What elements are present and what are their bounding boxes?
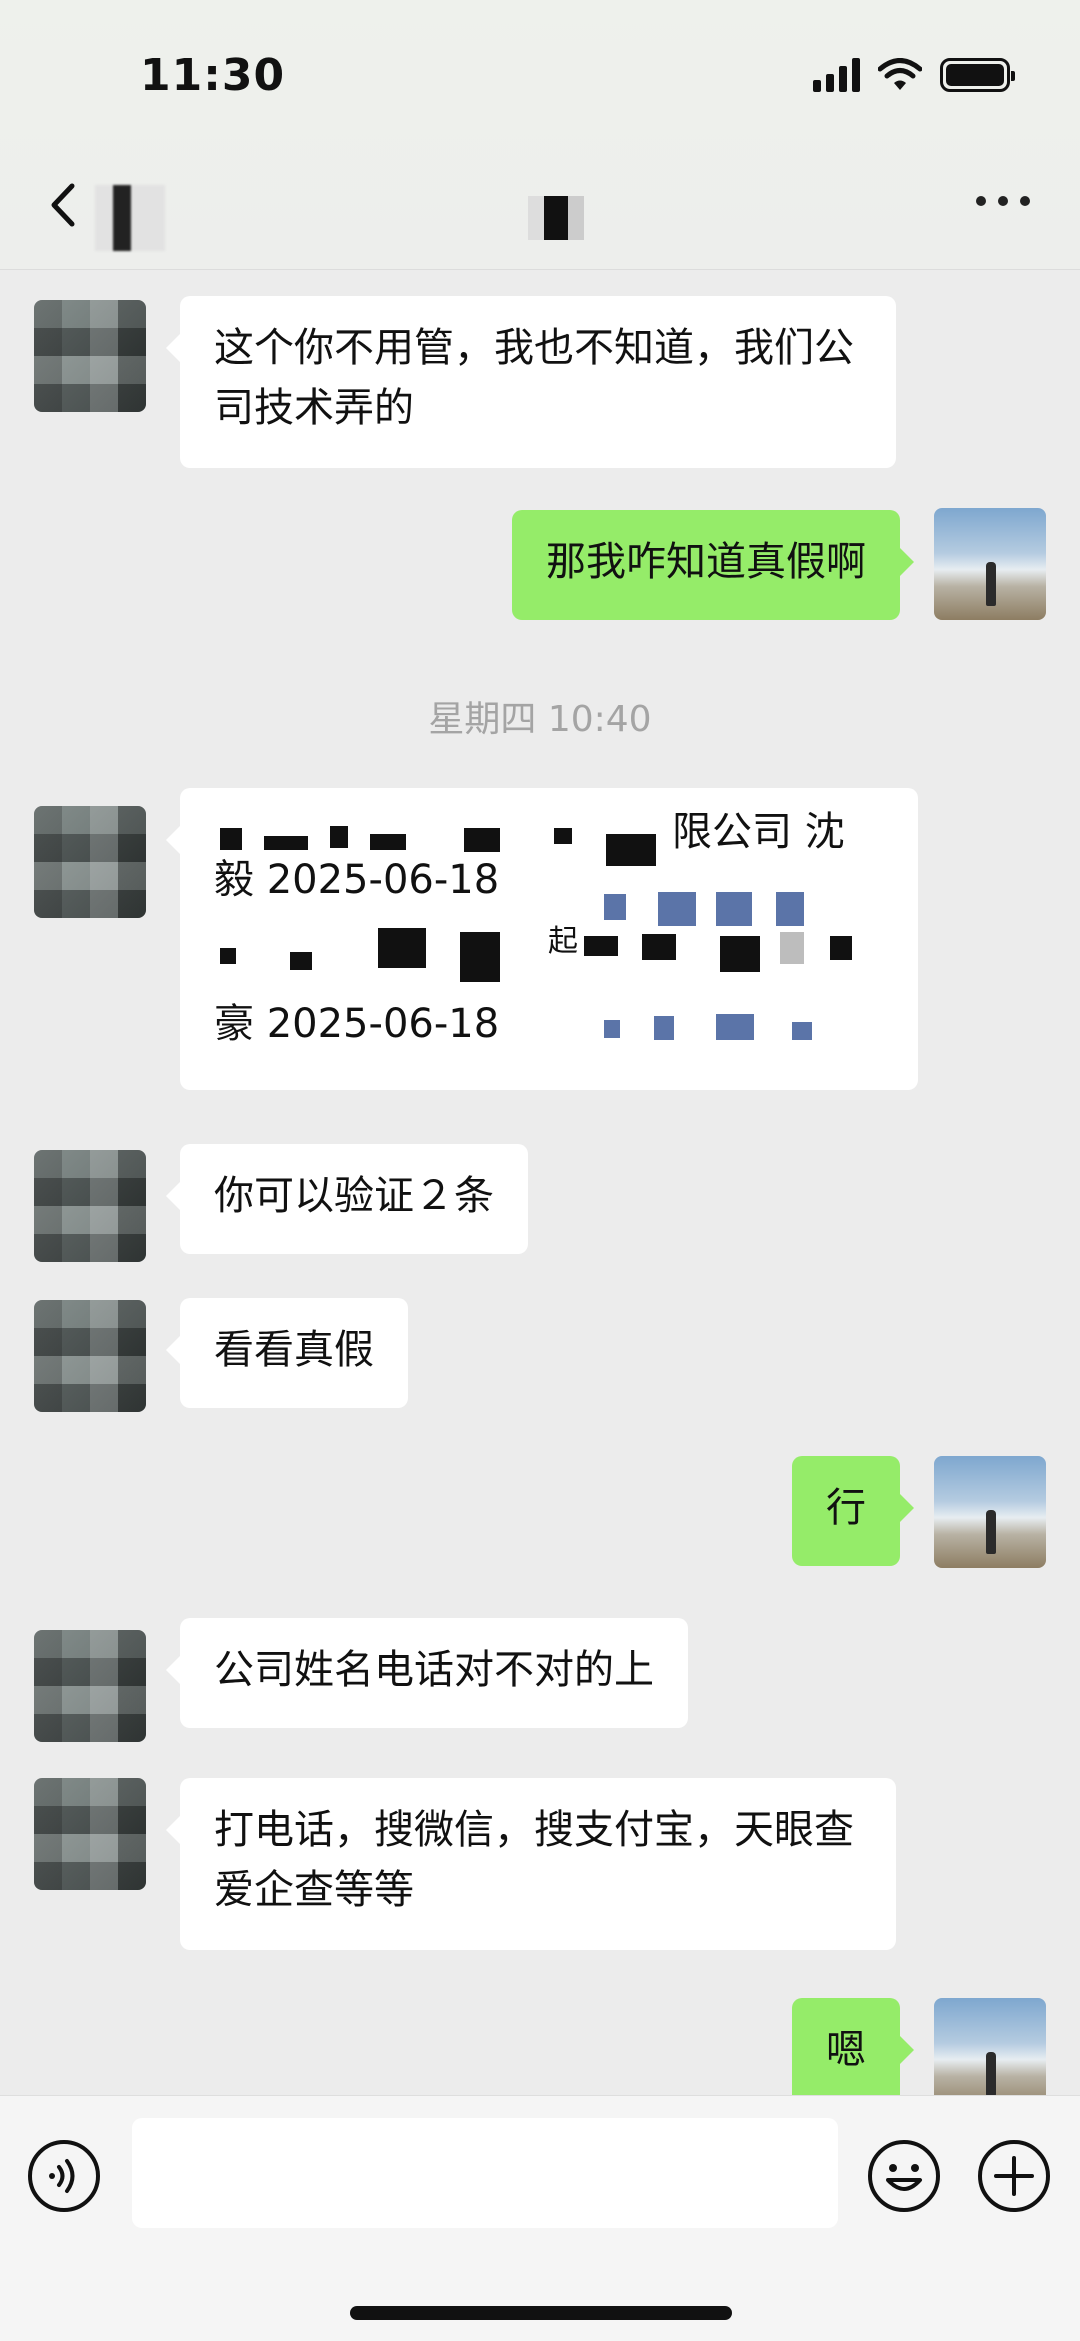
back-label-redacted[interactable] [95, 185, 165, 251]
message-row: 看看真假 [0, 1298, 1080, 1418]
message-bubble[interactable]: 行 [792, 1456, 914, 1566]
home-indicator[interactable] [350, 2306, 732, 2320]
contact-avatar[interactable] [34, 1150, 146, 1262]
message-row: 行 [0, 1456, 1080, 1576]
redaction-block [290, 952, 312, 970]
message-text: 嗯 [826, 2027, 866, 2073]
message-bubble[interactable]: 那我咋知道真假啊 [512, 510, 914, 620]
redaction-block [606, 834, 656, 866]
message-bubble[interactable]: 看看真假 [166, 1298, 408, 1408]
redaction-block [378, 928, 426, 968]
message-input[interactable] [132, 2118, 838, 2228]
redaction-block [370, 834, 406, 850]
redaction-block [584, 936, 618, 956]
my-avatar[interactable] [934, 508, 1046, 620]
message-bubble[interactable]: 打电话，搜微信，搜支付宝，天眼查爱企查等等 [166, 1778, 896, 1950]
message-row: 限公司 沈 毅 2025-06-18 起 豪 2025-06-18 [0, 788, 1080, 1098]
plus-icon[interactable] [976, 2138, 1052, 2214]
chat-title-redacted [528, 196, 584, 240]
my-avatar[interactable] [934, 1998, 1046, 2095]
redaction-block [264, 836, 308, 850]
message-text: 那我咋知道真假啊 [546, 539, 866, 585]
message-text-fragment: 起 [548, 924, 578, 959]
message-bubble[interactable]: 嗯 [792, 1998, 914, 2095]
redaction-block [460, 932, 500, 982]
message-bubble[interactable]: 限公司 沈 毅 2025-06-18 起 豪 2025-06-18 [166, 788, 918, 1090]
redaction-block [776, 892, 804, 926]
message-row: 嗯 [0, 1998, 1080, 2095]
message-text-fragment: 豪 2025-06-18 [214, 1001, 500, 1047]
message-text: 行 [826, 1485, 866, 1531]
redaction-block [220, 828, 242, 850]
message-text: 你可以验证２条 [214, 1173, 494, 1219]
redaction-block [654, 1016, 674, 1040]
redaction-block [220, 948, 236, 964]
contact-avatar[interactable] [34, 806, 146, 918]
message-row: 那我咋知道真假啊 [0, 508, 1080, 628]
redaction-block [604, 1020, 620, 1038]
message-text-fragment: 毅 2025-06-18 [214, 857, 500, 903]
redaction-block [716, 892, 752, 926]
message-text: 公司姓名电话对不对的上 [214, 1647, 654, 1693]
more-icon[interactable] [976, 196, 1030, 206]
message-text: 这个你不用管，我也不知道，我们公司技术弄的 [214, 325, 854, 431]
message-row: 公司姓名电话对不对的上 [0, 1618, 1080, 1742]
contact-avatar[interactable] [34, 1778, 146, 1890]
redaction-block [780, 932, 804, 964]
status-icons [813, 58, 1015, 92]
redaction-block [830, 936, 852, 960]
back-icon[interactable] [44, 180, 84, 230]
chat-area[interactable]: 这个你不用管，我也不知道，我们公司技术弄的 那我咋知道真假啊 星期四 10:40… [0, 270, 1080, 2095]
message-text: 看看真假 [214, 1327, 374, 1373]
emoji-icon[interactable] [866, 2138, 942, 2214]
status-time: 11:30 [140, 50, 286, 101]
voice-icon[interactable] [26, 2138, 102, 2214]
message-row: 打电话，搜微信，搜支付宝，天眼查爱企查等等 [0, 1778, 1080, 1958]
redaction-block [604, 894, 626, 920]
message-text-fragment: 限公司 沈 [672, 809, 845, 855]
message-row: 这个你不用管，我也不知道，我们公司技术弄的 [0, 290, 1080, 468]
message-bubble[interactable]: 你可以验证２条 [166, 1144, 528, 1254]
wifi-icon [878, 58, 922, 90]
signal-icon [813, 58, 860, 92]
redaction-block [554, 828, 572, 844]
redaction-block [792, 1022, 812, 1040]
my-avatar[interactable] [934, 1456, 1046, 1568]
contact-avatar[interactable] [34, 300, 146, 412]
redaction-block [642, 934, 676, 960]
redaction-block [716, 1014, 754, 1040]
redaction-block [330, 826, 348, 848]
input-bar [0, 2095, 1080, 2341]
message-bubble[interactable]: 这个你不用管，我也不知道，我们公司技术弄的 [166, 296, 896, 468]
message-text: 打电话，搜微信，搜支付宝，天眼查爱企查等等 [214, 1807, 854, 1913]
top-bar: 11:30 [0, 0, 1080, 270]
contact-avatar[interactable] [34, 1630, 146, 1742]
redaction-block [658, 892, 696, 926]
time-separator: 星期四 10:40 [428, 699, 652, 740]
redaction-block [464, 828, 500, 852]
message-bubble[interactable]: 公司姓名电话对不对的上 [166, 1618, 688, 1728]
battery-icon [940, 58, 1015, 92]
message-row: 你可以验证２条 [0, 1138, 1080, 1262]
redaction-block [720, 936, 760, 972]
contact-avatar[interactable] [34, 1300, 146, 1412]
